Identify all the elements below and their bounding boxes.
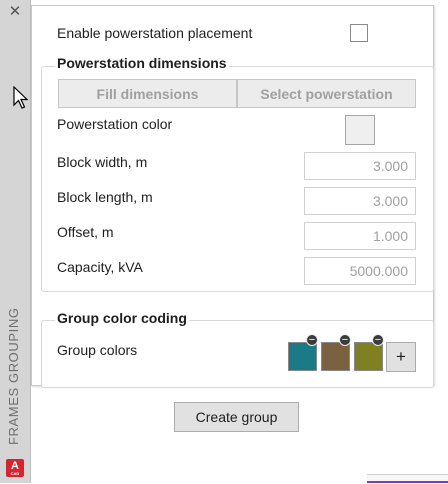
- block-length-input[interactable]: 3.000: [304, 187, 416, 215]
- group-colors-label: Group colors: [57, 342, 138, 358]
- offset-label: Offset, m: [57, 224, 114, 240]
- block-width-label: Block width, m: [57, 154, 148, 170]
- create-group-button[interactable]: Create group: [174, 402, 299, 432]
- enable-placement-label: Enable powerstation placement: [57, 25, 253, 41]
- autocad-logo-icon: A CAD: [6, 459, 24, 477]
- group-color-swatch-1[interactable]: [288, 342, 317, 371]
- block-length-label: Block length, m: [57, 189, 153, 205]
- color-coding-group-title: Group color coding: [55, 310, 189, 326]
- group-color-swatch-2[interactable]: [321, 342, 350, 371]
- enable-placement-checkbox[interactable]: [350, 24, 368, 42]
- group-color-swatch-3[interactable]: [354, 342, 383, 371]
- remove-color-2-icon[interactable]: −: [339, 334, 351, 346]
- fill-dimensions-button[interactable]: Fill dimensions: [58, 79, 237, 108]
- offset-input[interactable]: 1.000: [304, 222, 416, 250]
- add-color-button[interactable]: +: [386, 342, 416, 372]
- powerstation-color-picker[interactable]: [345, 115, 375, 145]
- capacity-label: Capacity, kVA: [57, 259, 143, 275]
- remove-color-1-icon[interactable]: −: [306, 334, 318, 346]
- remove-color-3-icon[interactable]: −: [372, 334, 384, 346]
- app-icon-sub: CAD: [10, 471, 20, 476]
- panel-vertical-title: FRAMES GROUPING: [6, 307, 21, 445]
- select-powerstation-button[interactable]: Select powerstation: [237, 79, 416, 108]
- block-width-input[interactable]: 3.000: [304, 152, 416, 180]
- capacity-input[interactable]: 5000.000: [304, 257, 416, 285]
- dimensions-group-title: Powerstation dimensions: [55, 55, 229, 71]
- powerstation-color-label: Powerstation color: [57, 116, 173, 132]
- close-icon[interactable]: ✕: [8, 4, 22, 19]
- mouse-cursor-icon: [13, 86, 29, 109]
